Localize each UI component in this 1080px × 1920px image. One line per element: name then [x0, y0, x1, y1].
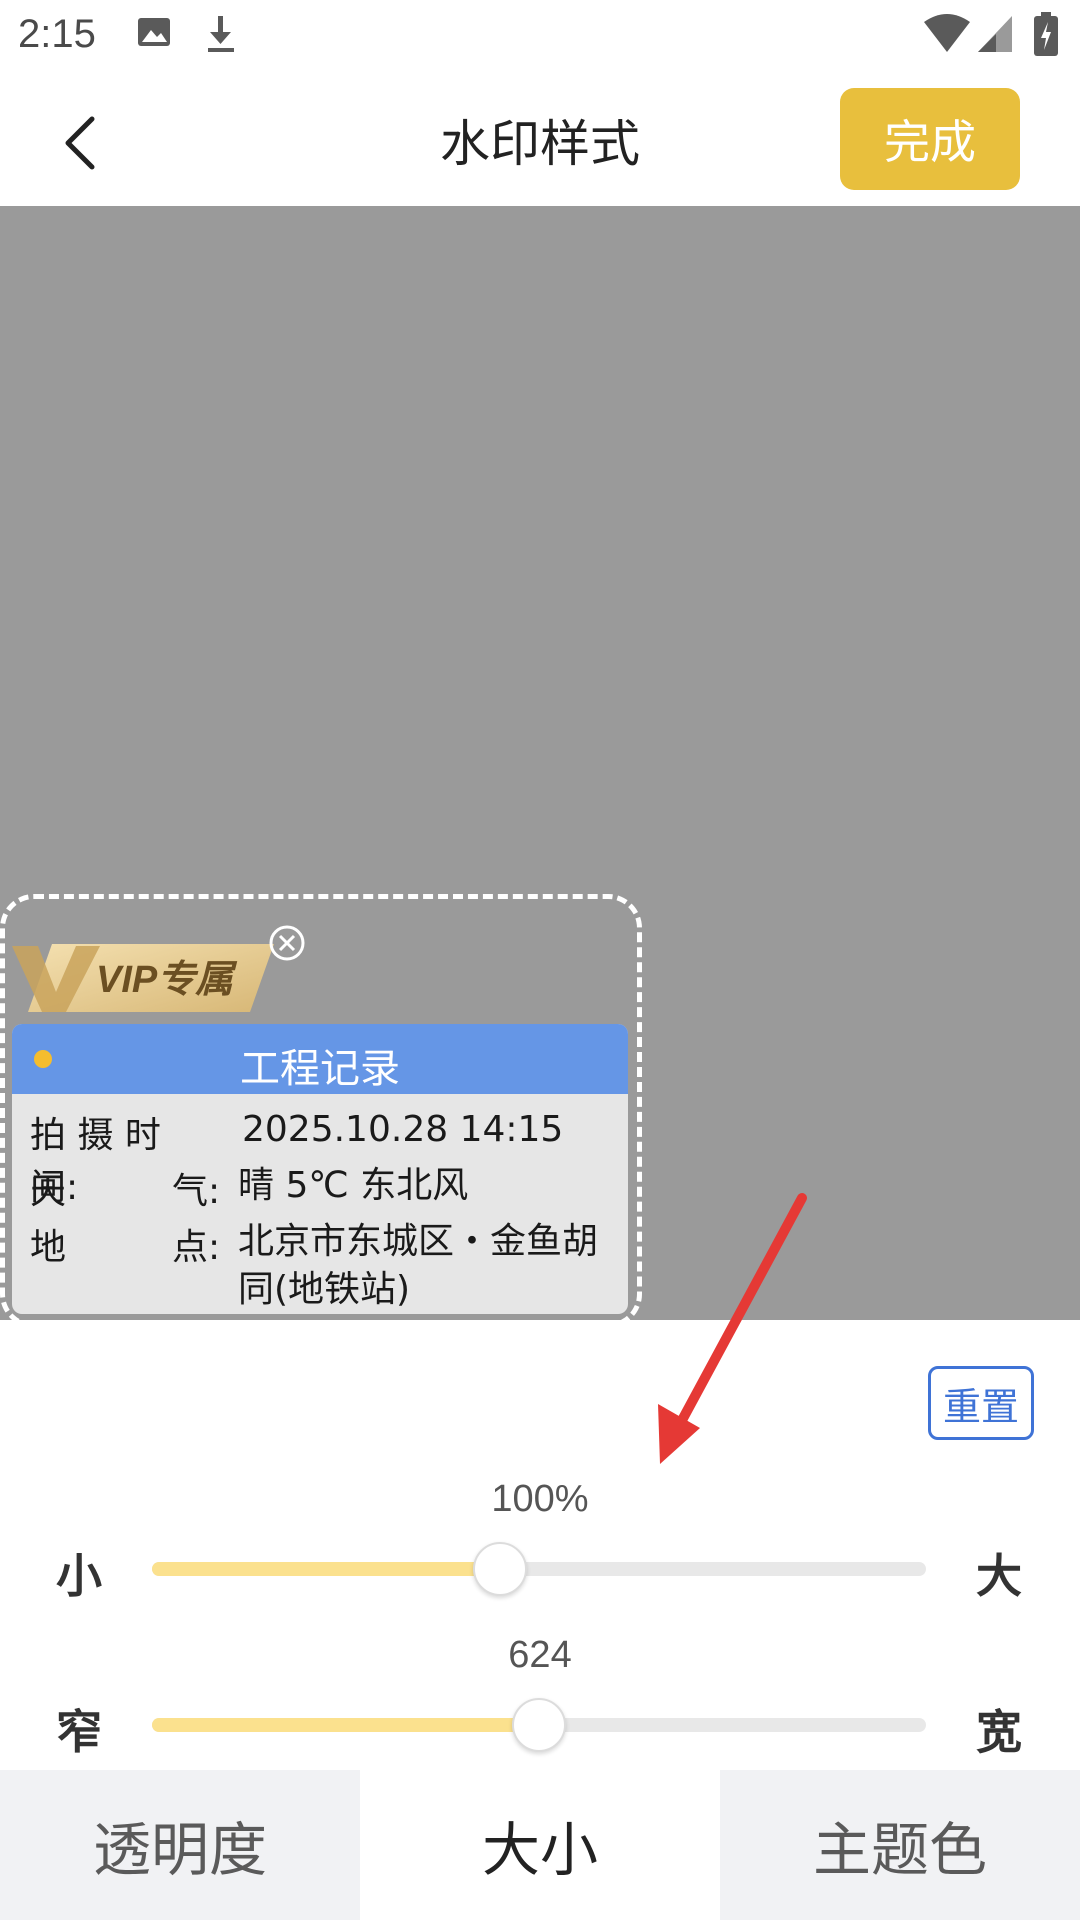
preview-area: VIP专属 工程记录 拍 摄 时 间: 2025.10.28 14:15 天 气…: [0, 206, 1080, 1320]
size-value: 100%: [491, 1478, 589, 1520]
status-time: 2:15: [18, 12, 96, 56]
wifi-icon: [924, 14, 970, 54]
size-slider[interactable]: [152, 1542, 926, 1596]
width-min-label: 窄: [56, 1705, 102, 1759]
tab-size[interactable]: 大小: [360, 1770, 720, 1920]
watermark-row-weather: 天 气: 晴 5℃ 东北风: [12, 1156, 628, 1212]
width-slider-thumb[interactable]: [512, 1698, 566, 1752]
battery-icon: [1034, 12, 1058, 56]
width-slider-fill: [152, 1718, 539, 1732]
row-label-tail: 点:: [172, 1227, 221, 1268]
reset-button[interactable]: 重置: [928, 1366, 1034, 1440]
size-min-label: 小: [56, 1549, 102, 1603]
watermark-row-location: 地 点: 北京市东城区・金鱼胡同(地铁站): [12, 1212, 628, 1310]
close-icon[interactable]: [268, 924, 306, 962]
tab-opacity[interactable]: 透明度: [0, 1770, 360, 1920]
download-icon: [202, 12, 240, 56]
row-value: 北京市东城区・金鱼胡同(地铁站): [238, 1221, 599, 1310]
size-slider-thumb[interactable]: [473, 1542, 528, 1596]
signal-icon: [976, 14, 1014, 54]
header: 水印样式 完成: [0, 76, 1080, 206]
control-panel: 重置 100% 小 大 624 窄 宽: [0, 1320, 1080, 1770]
watermark-row-time: 拍 摄 时 间: 2025.10.28 14:15: [12, 1100, 628, 1208]
vip-label: VIP专属: [96, 959, 234, 1001]
tab-bar: 透明度 大小 主题色: [0, 1770, 1080, 1920]
width-max-label: 宽: [976, 1705, 1022, 1759]
watermark-card-header: 工程记录: [12, 1024, 628, 1094]
watermark-title: 工程记录: [240, 1046, 400, 1092]
width-value: 624: [508, 1634, 572, 1676]
tab-theme-color[interactable]: 主题色: [720, 1770, 1080, 1920]
width-slider[interactable]: [152, 1698, 926, 1752]
watermark-card[interactable]: 工程记录 拍 摄 时 间: 2025.10.28 14:15 天 气: 晴 5℃…: [12, 1024, 628, 1314]
done-button[interactable]: 完成: [840, 88, 1020, 190]
row-value: 2025.10.28 14:15: [242, 1109, 564, 1150]
row-label-tail: 气:: [172, 1171, 221, 1212]
row-value: 晴 5℃ 东北风: [238, 1165, 469, 1206]
size-max-label: 大: [976, 1549, 1022, 1603]
status-bar: 2:15: [0, 0, 1080, 76]
image-icon: [136, 12, 174, 52]
size-slider-fill: [152, 1562, 501, 1576]
